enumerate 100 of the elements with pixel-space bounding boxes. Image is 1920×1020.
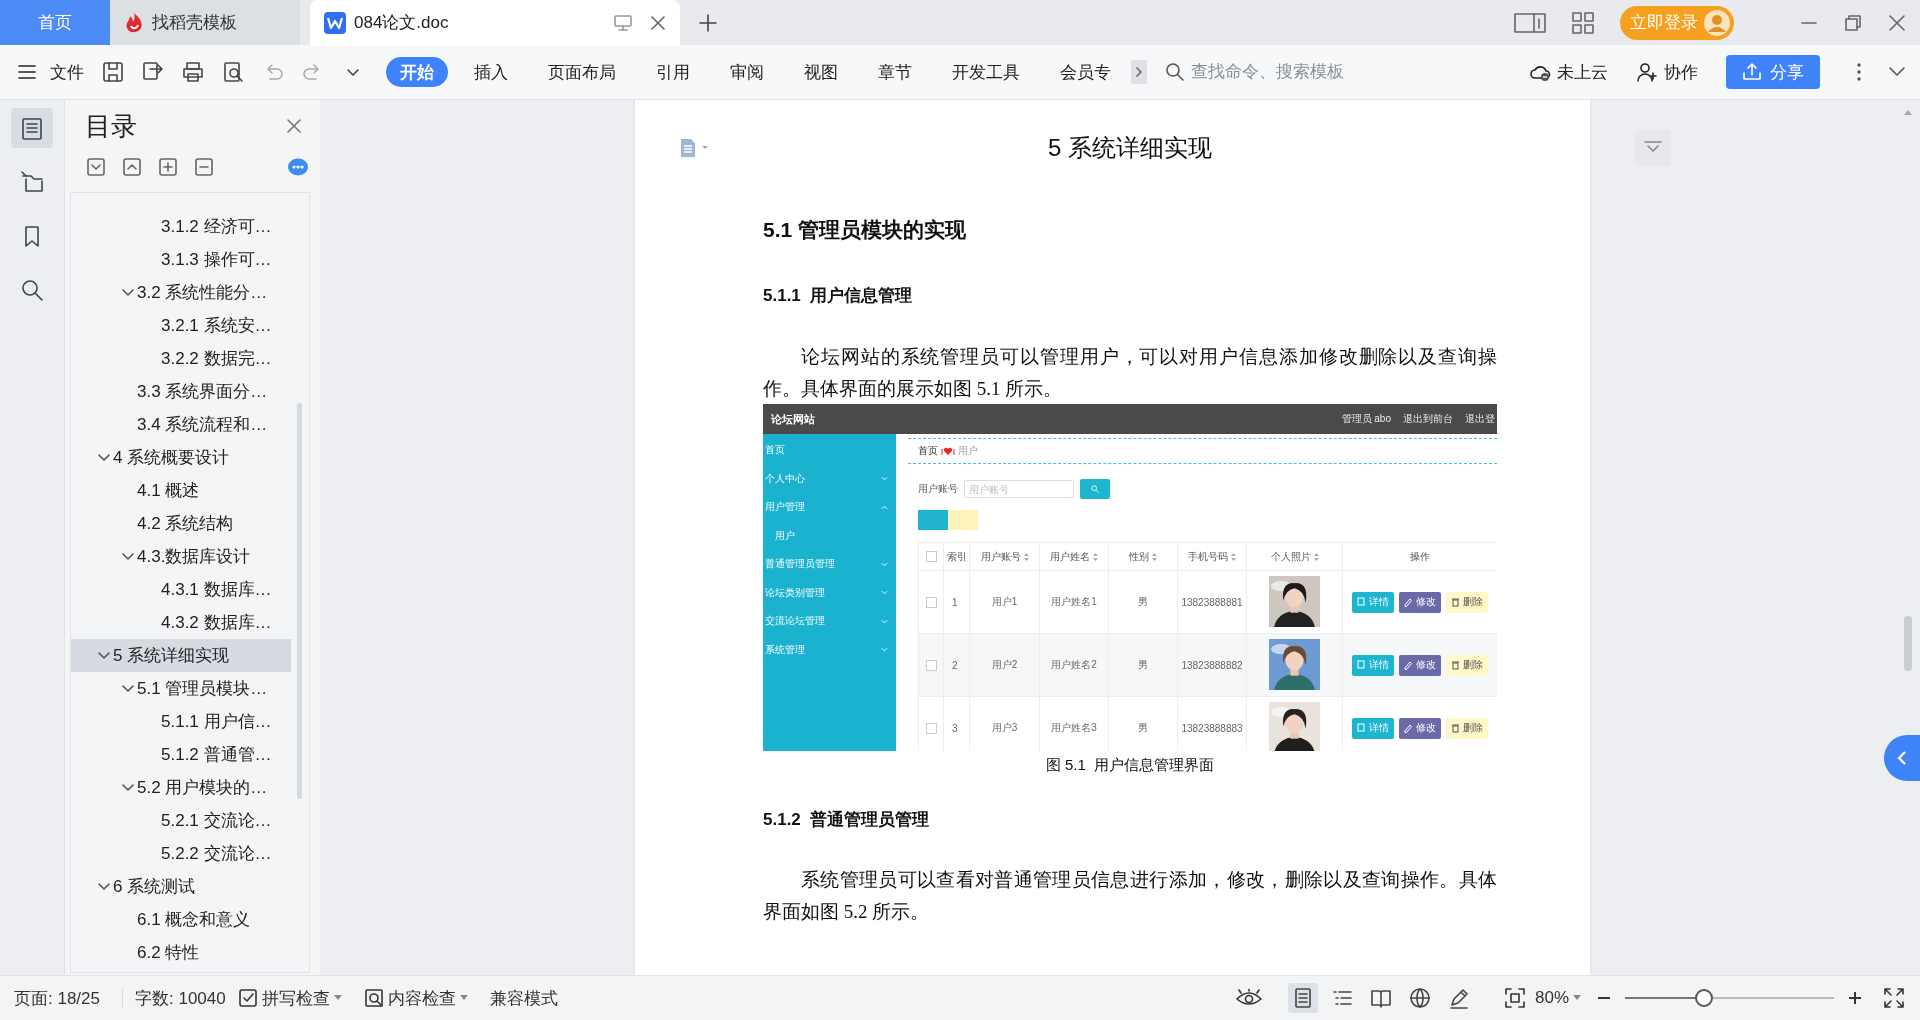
chevron-icon[interactable] xyxy=(122,783,134,792)
delete-button[interactable]: 删除 xyxy=(1446,591,1488,613)
ribbon-tab[interactable]: 插入 xyxy=(460,57,522,87)
checkbox[interactable] xyxy=(925,659,937,671)
monitor-icon[interactable] xyxy=(614,14,632,31)
ribbon-tab[interactable]: 开发工具 xyxy=(938,57,1034,87)
print-icon[interactable] xyxy=(182,61,204,83)
outline-item[interactable]: 4.2 系统结构 xyxy=(71,507,291,540)
outline-item[interactable]: 4.3.1 数据库… xyxy=(71,573,291,606)
restore-icon[interactable] xyxy=(1844,13,1862,32)
search-field[interactable]: 用户账号 xyxy=(964,480,1074,498)
search-field[interactable]: 查找命令、搜索模板 xyxy=(1189,61,1403,83)
column-header[interactable]: 用户姓名 xyxy=(1039,542,1109,571)
header-link[interactable]: 退出到前台 xyxy=(1403,412,1453,426)
tab[interactable]: 084论文.doc xyxy=(310,0,680,45)
content-check-button[interactable]: 内容检查 xyxy=(363,986,468,1010)
collaborate-button[interactable]: 协作 xyxy=(1636,60,1698,84)
column-header[interactable]: 操作 xyxy=(1342,542,1497,571)
spell-check-button[interactable]: 拼写检查 xyxy=(237,986,342,1010)
header-link[interactable]: 退出登 xyxy=(1465,412,1495,426)
outline-item[interactable]: 3.4 系统流程和… xyxy=(71,408,291,441)
column-header[interactable]: 索引 xyxy=(943,542,970,571)
outline-item[interactable]: 5.2 用户模块的… xyxy=(71,771,291,804)
tab[interactable]: 找稻壳模板 xyxy=(110,0,300,45)
ribbon-tab[interactable]: 视图 xyxy=(790,57,852,87)
fullscreen-icon[interactable] xyxy=(1884,988,1904,1008)
outline-item[interactable]: 3.3 系统界面分… xyxy=(71,375,291,408)
layout-icon[interactable] xyxy=(1514,11,1546,34)
scrollbar-thumb[interactable] xyxy=(297,403,302,799)
ribbon-tab[interactable]: 审阅 xyxy=(716,57,778,87)
chevron-icon[interactable] xyxy=(122,288,134,297)
search-icon[interactable] xyxy=(1165,62,1185,82)
outline-item[interactable]: 5 系统详细实现 xyxy=(71,639,291,672)
view-mode-button[interactable] xyxy=(1287,983,1318,1013)
column-header[interactable]: 性别 xyxy=(1108,542,1178,571)
slider-thumb[interactable] xyxy=(1695,989,1714,1007)
outline-item[interactable]: 3.2.1 系统安… xyxy=(71,309,291,342)
outline-item[interactable]: 4.3.数据库设计 xyxy=(71,540,291,573)
column-header[interactable]: 用户账号 xyxy=(969,542,1040,571)
rail-button[interactable] xyxy=(11,108,53,148)
delete-button[interactable]: 删除 xyxy=(1446,717,1488,739)
outline-item[interactable]: 5.2.1 交流论… xyxy=(71,804,291,837)
remove-icon[interactable] xyxy=(195,158,213,176)
chevron-icon[interactable] xyxy=(122,684,134,693)
checkbox[interactable] xyxy=(925,551,937,563)
save-icon[interactable] xyxy=(102,61,124,83)
edit-button[interactable]: 修改 xyxy=(1399,591,1441,613)
breadcrumb-item[interactable]: 首页 xyxy=(918,444,938,458)
chevron-icon[interactable] xyxy=(98,882,110,891)
outline-item[interactable]: 3.1.3 操作可… xyxy=(71,243,291,276)
robot-icon[interactable] xyxy=(288,158,308,176)
ribbon-tab[interactable]: 会员专 xyxy=(1046,57,1125,87)
ribbon-tab[interactable]: 章节 xyxy=(864,57,926,87)
outline-item[interactable]: 4 系统概要设计 xyxy=(71,441,291,474)
export-icon[interactable] xyxy=(142,61,164,83)
chevron-icon[interactable] xyxy=(122,552,134,561)
eye-icon[interactable] xyxy=(1235,989,1262,1007)
checkbox[interactable] xyxy=(925,722,937,734)
close-icon[interactable] xyxy=(286,118,302,134)
new-tab-icon[interactable] xyxy=(698,12,718,33)
file-menu[interactable]: 文件 xyxy=(18,60,84,84)
outline-item[interactable]: 5.1 管理员模块… xyxy=(71,672,291,705)
zoom-level[interactable]: 80% xyxy=(1534,988,1581,1008)
chevron-down-icon[interactable] xyxy=(1888,66,1906,78)
ribbon-tab[interactable]: 引用 xyxy=(642,57,704,87)
outline-item[interactable]: 3.2.2 数据完… xyxy=(71,342,291,375)
expand-icon[interactable] xyxy=(123,158,141,176)
scrollbar-thumb[interactable] xyxy=(1904,616,1912,671)
edit-button[interactable]: 修改 xyxy=(1399,717,1441,739)
delete-button[interactable]: 删除 xyxy=(1446,654,1488,676)
outline-item[interactable]: 4.1 概述 xyxy=(71,474,291,507)
column-header[interactable]: 个人照片 xyxy=(1246,542,1343,571)
share-button[interactable]: 分享 xyxy=(1726,55,1820,89)
outline-item[interactable]: 3.2 系统性能分… xyxy=(71,276,291,309)
header-link[interactable]: 管理员 abo xyxy=(1341,412,1391,426)
grid-icon[interactable] xyxy=(1572,11,1594,34)
edit-button[interactable]: 修改 xyxy=(1399,654,1441,676)
checkbox[interactable] xyxy=(925,596,937,608)
collapse-icon[interactable] xyxy=(87,158,105,176)
outline-item[interactable]: 5.1.1 用户信… xyxy=(71,705,291,738)
column-header[interactable]: 手机号码 xyxy=(1177,542,1247,571)
ribbon-tab[interactable]: 页面布局 xyxy=(534,57,630,87)
cloud-button[interactable]: 未上云 xyxy=(1529,60,1608,84)
more-tabs-button[interactable] xyxy=(1131,60,1147,84)
outline-item[interactable]: 6.1 概念和意义 xyxy=(71,903,291,936)
ribbon-tab[interactable]: 开始 xyxy=(386,57,448,87)
panel-toggle-button[interactable] xyxy=(1635,130,1671,166)
print-preview-icon[interactable] xyxy=(222,61,244,83)
zoom-in-icon[interactable] xyxy=(1848,991,1862,1005)
outline-item[interactable]: 5.2.2 交流论… xyxy=(71,837,291,870)
chevron-icon[interactable] xyxy=(98,651,110,660)
outline-item[interactable]: 6 系统测试 xyxy=(71,870,291,903)
chevron-icon[interactable] xyxy=(98,453,110,462)
close-icon[interactable] xyxy=(1888,13,1906,32)
add-icon[interactable] xyxy=(159,158,177,176)
close-icon[interactable] xyxy=(650,14,666,31)
outline-item[interactable]: 3.1.2 经济可… xyxy=(71,210,291,243)
more-icon[interactable] xyxy=(1856,62,1862,82)
outline-item[interactable]: 6.2 特性 xyxy=(71,936,291,969)
fit-page-icon[interactable] xyxy=(1504,988,1525,1008)
